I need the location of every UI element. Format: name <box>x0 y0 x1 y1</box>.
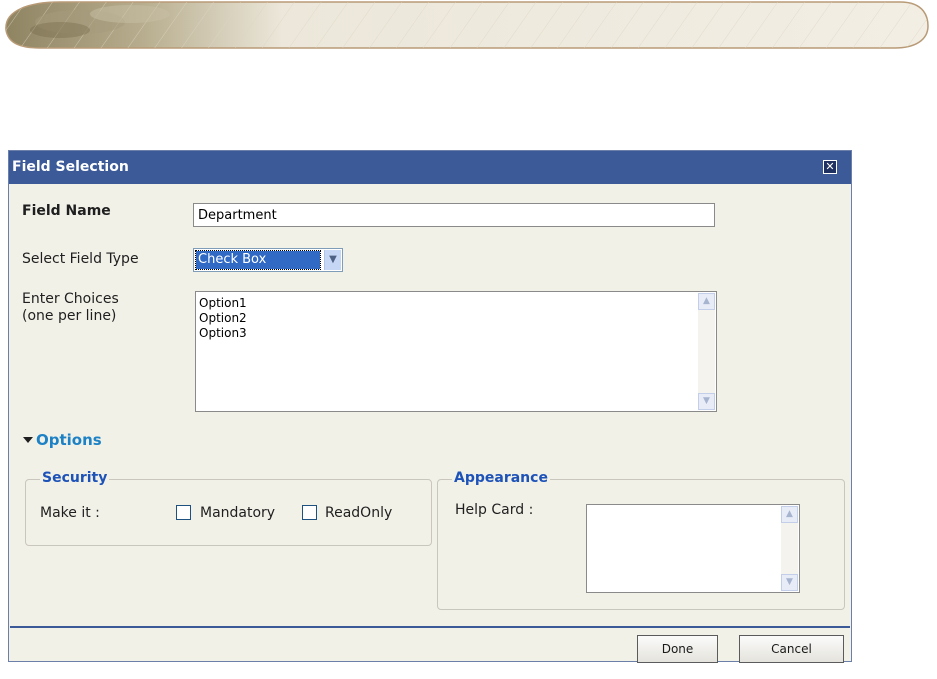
choices-label-line1: Enter Choices <box>22 291 119 307</box>
field-name-input[interactable] <box>193 203 715 227</box>
readonly-checkbox[interactable] <box>302 505 317 520</box>
help-card-scrollbar[interactable]: ▲ ▼ <box>781 506 798 591</box>
caret-down-icon <box>23 436 33 443</box>
mandatory-label[interactable]: Mandatory <box>200 505 275 521</box>
scroll-down-icon[interactable]: ▼ <box>781 574 798 591</box>
field-type-selected-value: Check Box <box>195 250 321 270</box>
dialog-titlebar: Field Selection ✕ <box>9 151 851 184</box>
field-type-select[interactable]: Check Box ▼ <box>193 248 343 272</box>
help-card-textarea[interactable]: ▲ ▼ <box>586 504 800 593</box>
scroll-down-icon[interactable]: ▼ <box>698 393 715 410</box>
readonly-label[interactable]: ReadOnly <box>325 505 392 521</box>
field-selection-dialog: Field Selection ✕ Field Name Select Fiel… <box>8 150 852 663</box>
close-button[interactable]: ✕ <box>823 160 837 174</box>
security-fieldset: Security Make it : Mandatory ReadOnly <box>25 470 432 546</box>
field-type-label: Select Field Type <box>22 251 139 267</box>
done-button[interactable]: Done <box>637 635 718 663</box>
options-toggle[interactable]: Options <box>23 431 102 449</box>
choices-label-line2: (one per line) <box>22 308 117 324</box>
cancel-button[interactable]: Cancel <box>739 635 844 663</box>
close-icon[interactable]: ✕ <box>824 161 836 173</box>
header-banner <box>0 0 937 56</box>
options-toggle-label: Options <box>36 431 102 449</box>
scroll-up-icon[interactable]: ▲ <box>781 506 798 523</box>
mandatory-checkbox[interactable] <box>176 505 191 520</box>
choices-textarea[interactable]: Option1 Option2 Option3 ▲ ▼ <box>195 291 717 412</box>
appearance-fieldset: Appearance Help Card : ▲ ▼ <box>437 470 845 610</box>
make-it-label: Make it : <box>40 505 100 521</box>
footer-divider <box>10 626 850 628</box>
appearance-legend: Appearance <box>452 470 550 486</box>
header-banner-graphic <box>5 1 929 49</box>
scroll-up-icon[interactable]: ▲ <box>698 293 715 310</box>
choices-text[interactable]: Option1 Option2 Option3 <box>199 296 247 341</box>
security-legend: Security <box>40 470 110 486</box>
choices-scrollbar[interactable]: ▲ ▼ <box>698 293 715 410</box>
chevron-down-icon[interactable]: ▼ <box>324 250 341 270</box>
help-card-label: Help Card : <box>455 502 534 518</box>
field-name-label: Field Name <box>22 203 111 219</box>
dialog-title: Field Selection <box>12 159 129 175</box>
